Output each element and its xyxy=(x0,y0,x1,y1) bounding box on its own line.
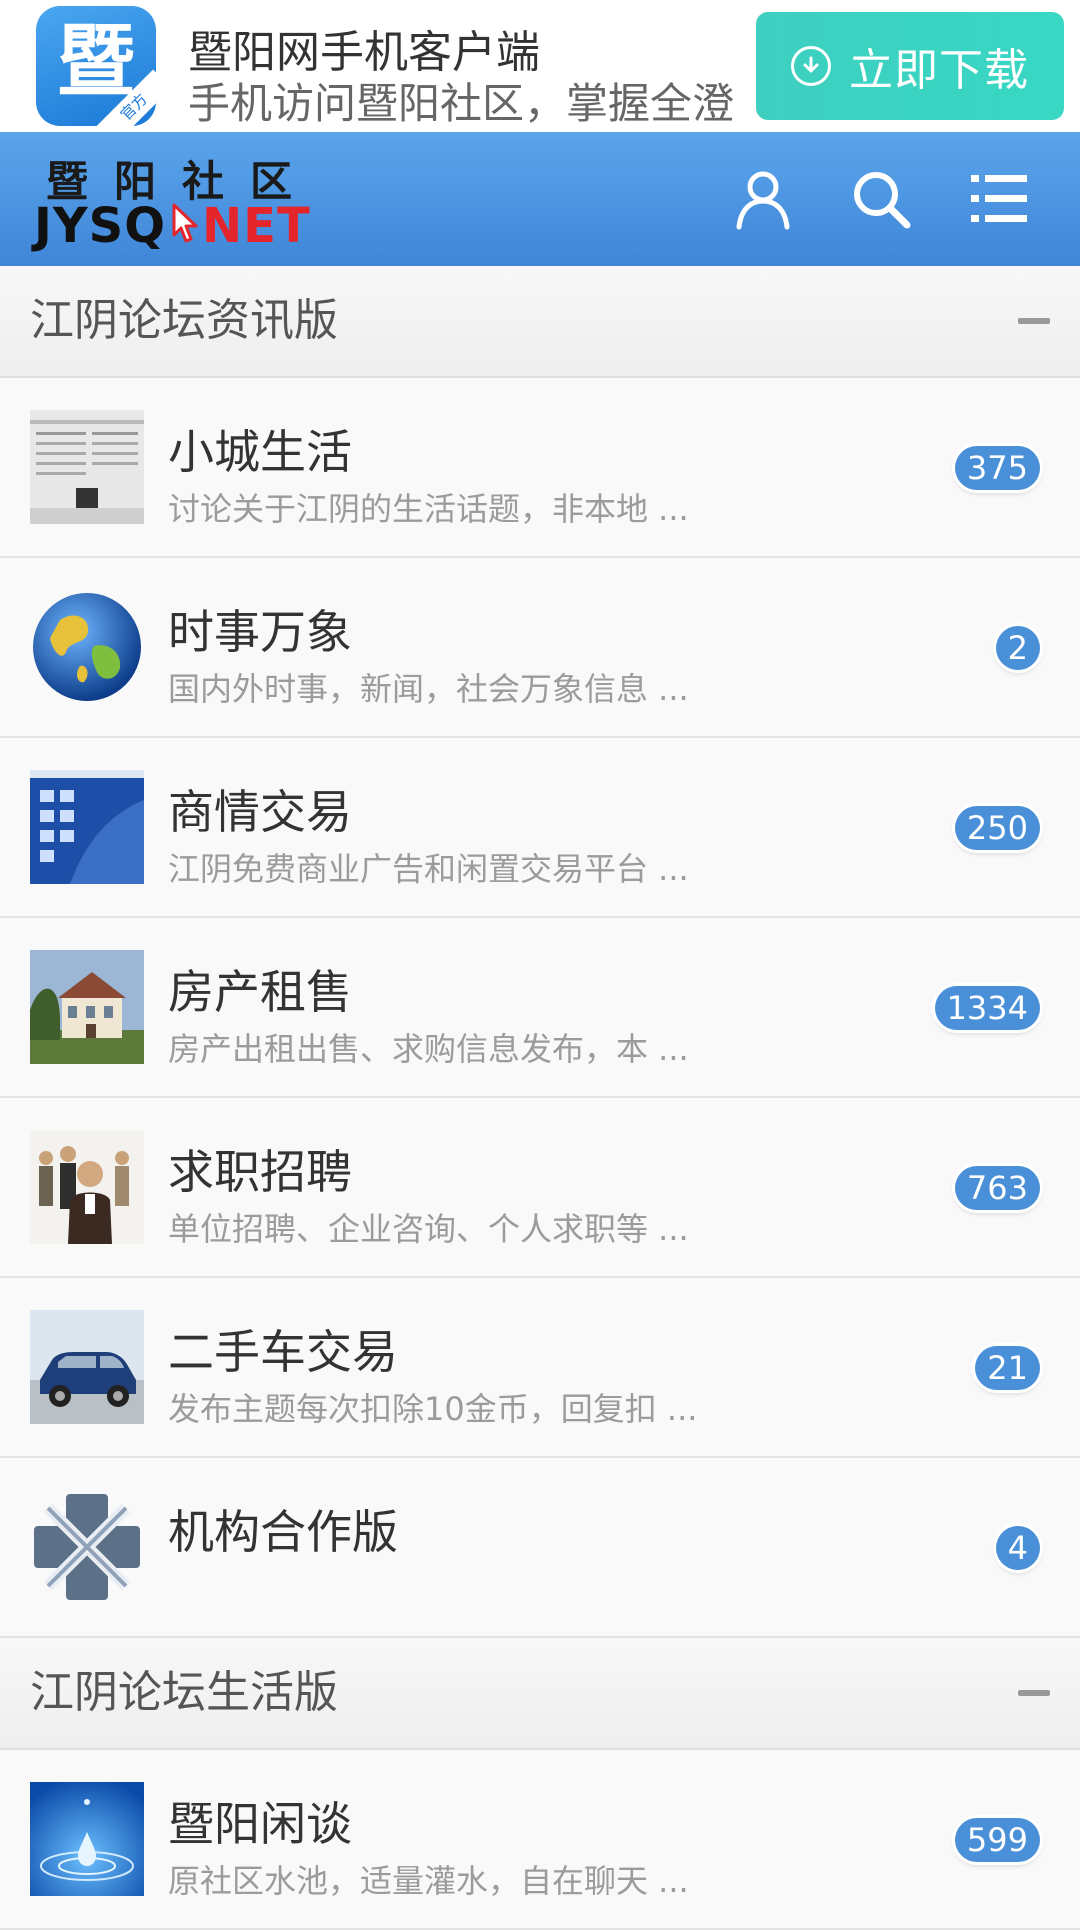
house-icon xyxy=(30,950,144,1064)
site-logo[interactable]: 暨阳社区 JYSQ NET xyxy=(34,150,354,254)
forum-item-fangchan[interactable]: 房产租售 房产出租出售、求购信息发布，本 ... 1334 xyxy=(0,918,1080,1098)
collapse-icon[interactable] xyxy=(1018,318,1050,324)
forum-item-shishi[interactable]: 时事万象 国内外时事，新闻，社会万象信息 ... 2 xyxy=(0,558,1080,738)
water-drop-icon xyxy=(30,1782,144,1896)
app-download-banner: 暨 官方 暨阳网手机客户端 手机访问暨阳社区，掌握全澄 立即下载 xyxy=(0,0,1080,132)
forum-name: 时事万象 xyxy=(168,605,352,659)
download-arrow-icon xyxy=(791,46,831,86)
forum-item-ershouche[interactable]: 二手车交易 发布主题每次扣除10金币，回复扣 ... 21 xyxy=(0,1278,1080,1458)
car-icon xyxy=(30,1310,144,1424)
post-count-badge: 21 xyxy=(975,1346,1040,1390)
post-count-badge: 763 xyxy=(954,1166,1040,1210)
forum-name: 房产租售 xyxy=(168,965,352,1019)
logo-english-text: JYSQ NET xyxy=(34,198,311,257)
people-icon xyxy=(30,1130,144,1244)
post-count-badge: 250 xyxy=(954,806,1040,850)
user-icon[interactable] xyxy=(728,164,798,234)
section-title: 江阴论坛资讯版 xyxy=(30,295,338,346)
section-header-news[interactable]: 江阴论坛资讯版 xyxy=(0,266,1080,378)
download-label: 立即下载 xyxy=(849,45,1029,96)
cursor-icon xyxy=(166,201,202,257)
forum-name: 求职招聘 xyxy=(168,1145,352,1199)
forum-item-qiuzhi[interactable]: 求职招聘 单位招聘、企业咨询、个人求职等 ... 763 xyxy=(0,1098,1080,1278)
post-count-badge: 375 xyxy=(954,446,1040,490)
newspaper-icon xyxy=(30,410,144,524)
forum-desc: 单位招聘、企业咨询、个人求职等 ... xyxy=(168,1210,689,1248)
forum-desc: 发布主题每次扣除10金币，回复扣 ... xyxy=(168,1390,698,1428)
search-icon[interactable] xyxy=(846,164,916,234)
section-title: 江阴论坛生活版 xyxy=(30,1667,338,1718)
site-header: 暨阳社区 JYSQ NET xyxy=(0,132,1080,266)
logo-en-suffix: NET xyxy=(202,198,311,254)
post-count-badge: 4 xyxy=(995,1526,1040,1570)
post-count-badge: 1334 xyxy=(934,986,1040,1030)
forum-name: 机构合作版 xyxy=(168,1505,398,1559)
download-button[interactable]: 立即下载 xyxy=(756,12,1064,120)
forum-name: 二手车交易 xyxy=(168,1325,398,1379)
forum-desc: 讨论关于江阴的生活话题，非本地 ... xyxy=(168,490,689,528)
section-header-life[interactable]: 江阴论坛生活版 xyxy=(0,1638,1080,1750)
forum-name: 暨阳闲谈 xyxy=(168,1797,352,1851)
forum-name: 商情交易 xyxy=(168,785,352,839)
post-count-badge: 2 xyxy=(995,626,1040,670)
forum-desc: 江阴免费商业广告和闲置交易平台 ... xyxy=(168,850,689,888)
forum-desc: 原社区水池，适量灌水，自在聊天 ... xyxy=(168,1862,689,1900)
collapse-icon[interactable] xyxy=(1018,1690,1050,1696)
forum-item-xiaocheng[interactable]: 小城生活 讨论关于江阴的生活话题，非本地 ... 375 xyxy=(0,378,1080,558)
forum-item-xiantan[interactable]: 暨阳闲谈 原社区水池，适量灌水，自在聊天 ... 599 xyxy=(0,1750,1080,1930)
forum-desc: 房产出租出售、求购信息发布，本 ... xyxy=(168,1030,689,1068)
logo-en-prefix: JYSQ xyxy=(34,198,166,254)
app-logo[interactable]: 暨 官方 xyxy=(36,6,156,126)
forum-desc: 国内外时事，新闻，社会万象信息 ... xyxy=(168,670,689,708)
post-count-badge: 599 xyxy=(954,1818,1040,1862)
globe-icon xyxy=(30,590,144,704)
partnership-icon xyxy=(30,1490,144,1604)
forum-item-shangqing[interactable]: 商情交易 江阴免费商业广告和闲置交易平台 ... 250 xyxy=(0,738,1080,918)
banner-subtitle: 手机访问暨阳社区，掌握全澄 xyxy=(188,79,735,128)
desktop-icon xyxy=(30,770,144,884)
menu-icon[interactable] xyxy=(964,164,1034,234)
forum-item-jigou[interactable]: 机构合作版 4 xyxy=(0,1458,1080,1638)
forum-name: 小城生活 xyxy=(168,425,352,479)
